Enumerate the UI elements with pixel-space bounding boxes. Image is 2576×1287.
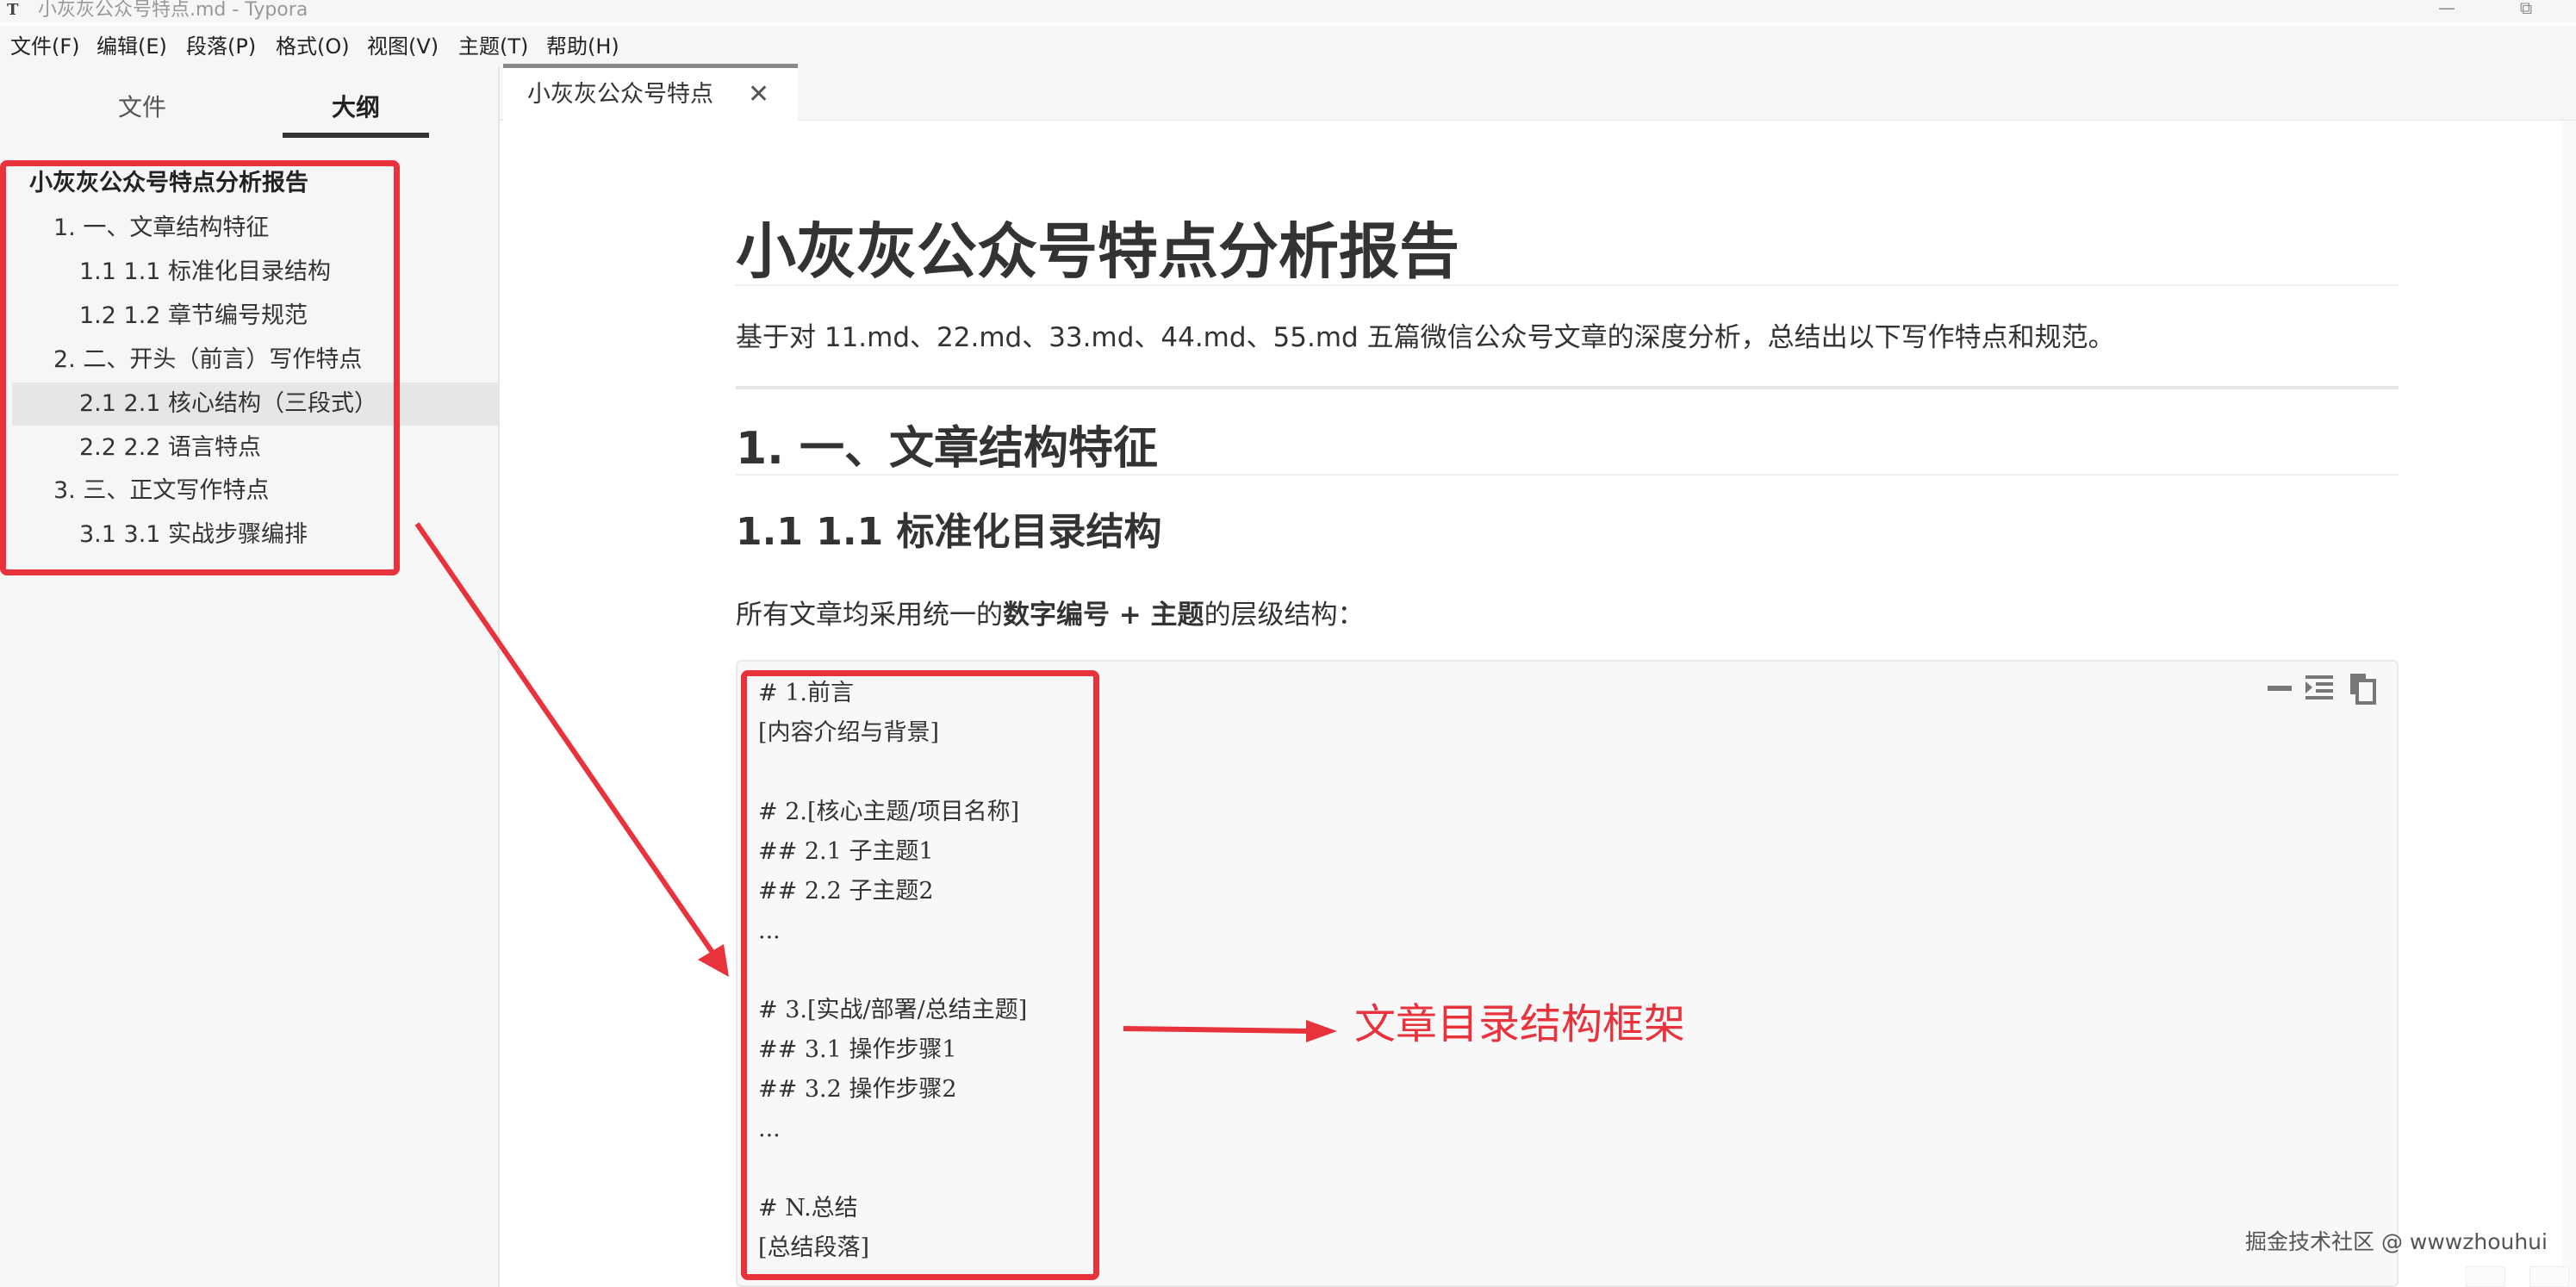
arrowhead — [698, 944, 729, 977]
annotation-label: 文章目录结构框架 — [1354, 1000, 1686, 1048]
watermark: 掘金技术社区 @ wwwzhouhui — [2245, 1229, 2548, 1254]
annotation-arrows — [414, 522, 1337, 1042]
focus-mode-button[interactable] — [2529, 1266, 2569, 1287]
source-mode-button[interactable] — [2466, 1266, 2505, 1287]
arrow-code-to-label — [1123, 1026, 1310, 1034]
arrowhead — [1306, 1020, 1337, 1042]
arrow-outline-to-code — [414, 522, 718, 958]
